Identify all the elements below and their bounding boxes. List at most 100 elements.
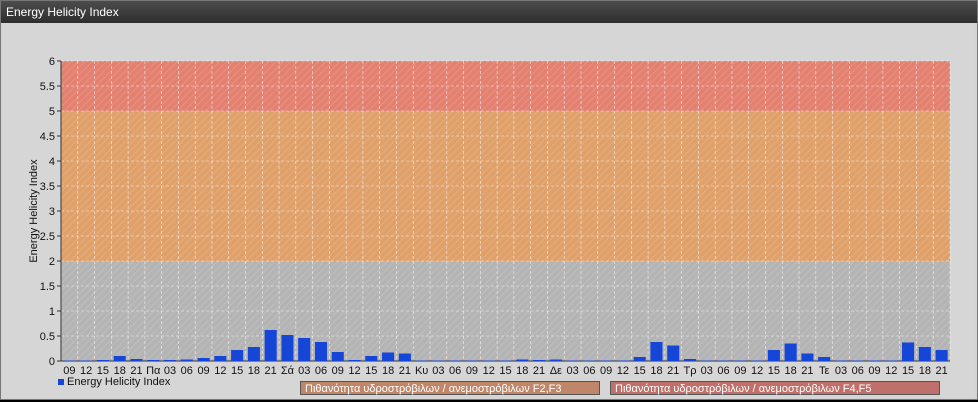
bar: [331, 352, 344, 361]
x-tick-label: 18: [785, 365, 797, 377]
x-tick-label: 12: [617, 365, 629, 377]
x-tick-label: 12: [751, 365, 763, 377]
x-tick-label: 21: [801, 365, 813, 377]
bar: [348, 360, 361, 361]
bar: [281, 335, 294, 361]
bar: [382, 352, 395, 361]
y-tick-label: 4.5: [40, 131, 55, 143]
x-tick-label: 18: [516, 365, 528, 377]
window-titlebar: Energy Helicity Index: [1, 1, 977, 23]
bar: [214, 356, 227, 361]
x-tick-label: 06: [181, 365, 193, 377]
bar: [80, 360, 93, 361]
x-tick-label: 09: [734, 365, 746, 377]
bar: [96, 360, 109, 361]
x-tick-label: 15: [634, 365, 646, 377]
x-tick-label: 15: [231, 365, 243, 377]
x-tick-label: 06: [583, 365, 595, 377]
bar: [533, 360, 546, 361]
x-tick-label: 21: [935, 365, 947, 377]
x-tick-label: 18: [650, 365, 662, 377]
y-axis-title: Energy Helicity Index: [28, 159, 40, 263]
bar: [264, 330, 277, 361]
x-tick-label: 21: [265, 365, 277, 377]
x-tick-label: 06: [315, 365, 327, 377]
bar: [818, 357, 831, 361]
bar: [180, 359, 193, 361]
chart-window: Energy Helicity Index 0 0.5 1 1.5 2 2.5 3 3.5 4 4…: [0, 0, 978, 400]
y-tick-label: 3.5: [40, 181, 55, 193]
bar: [767, 350, 780, 361]
bar: [784, 343, 797, 361]
y-tick-label: 5.5: [40, 81, 55, 93]
x-tick-label: 18: [382, 365, 394, 377]
bar: [834, 360, 848, 361]
x-tick-label: Κυ: [415, 365, 428, 377]
bar: [449, 360, 462, 361]
bar: [683, 359, 697, 361]
x-tick-label: 15: [365, 365, 377, 377]
bar: [516, 359, 529, 361]
y-tick-label: 1: [49, 306, 55, 318]
x-tick-label: 03: [432, 365, 444, 377]
x-tick-label: 03: [566, 365, 578, 377]
bar: [147, 360, 160, 361]
bar: [918, 347, 931, 361]
x-tick-label: 12: [483, 365, 495, 377]
bar: [633, 357, 646, 361]
legend-label: Energy Helicity Index: [67, 376, 171, 388]
bar: [667, 345, 680, 361]
x-tick-label: Τρ: [684, 365, 697, 377]
x-tick-label: 12: [885, 365, 897, 377]
x-tick-label: 03: [298, 365, 310, 377]
bar: [231, 350, 244, 361]
chart-canvas: 0 0.5 1 1.5 2 2.5 3 3.5 4 4.5 5 5.5 6 Energy Helicity…: [3, 23, 975, 397]
bar: [717, 360, 730, 361]
x-tick-label: 06: [449, 365, 461, 377]
bar: [801, 353, 814, 361]
x-tick-label: Σά: [281, 365, 295, 377]
x-tick-label: 21: [399, 365, 411, 377]
bar: [298, 338, 311, 361]
y-tick-label: 5: [49, 106, 55, 118]
x-tick-label: 15: [902, 365, 914, 377]
y-tick-label: 0.5: [40, 331, 55, 343]
bar: [247, 347, 260, 361]
x-tick-label: 18: [919, 365, 931, 377]
bar: [566, 360, 579, 361]
bar: [650, 342, 663, 361]
bar: [398, 353, 411, 361]
x-tick-label: 15: [499, 365, 511, 377]
x-tick-label: 21: [533, 365, 545, 377]
bar: [885, 360, 898, 361]
y-tick-label: 3: [49, 206, 55, 218]
y-tick-label: 2.5: [40, 231, 55, 243]
x-tick-label: 09: [600, 365, 612, 377]
y-tick-label: 0: [49, 356, 55, 368]
bar: [902, 342, 915, 361]
x-tick-label: 09: [868, 365, 880, 377]
bar: [751, 360, 764, 361]
bar: [734, 360, 747, 361]
y-tick-label: 4: [49, 156, 55, 168]
x-tick-label: 18: [248, 365, 260, 377]
bar: [130, 359, 143, 361]
x-tick-label: 21: [667, 365, 679, 377]
chart-legend: Energy Helicity Index: [58, 376, 170, 388]
band-f2-f3-label: Πιθανότητα υδροστρόβιλων / ανεμοστρόβιλω…: [300, 381, 600, 395]
bar: [314, 342, 328, 361]
bar: [700, 360, 713, 361]
bar: [935, 350, 948, 361]
x-tick-label: 12: [214, 365, 226, 377]
x-tick-label: 09: [332, 365, 344, 377]
x-tick-label: 15: [768, 365, 780, 377]
bar: [583, 360, 596, 361]
x-tick-label: 06: [852, 365, 864, 377]
window-title: Energy Helicity Index: [6, 5, 119, 19]
x-tick-label: 03: [701, 365, 713, 377]
bar: [63, 360, 76, 361]
ehi-chart: 0 0.5 1 1.5 2 2.5 3 3.5 4 4.5 5 5.5 6 Energy Helicity…: [28, 56, 951, 377]
bar: [851, 360, 864, 361]
bar: [113, 356, 126, 361]
bar: [549, 359, 562, 361]
